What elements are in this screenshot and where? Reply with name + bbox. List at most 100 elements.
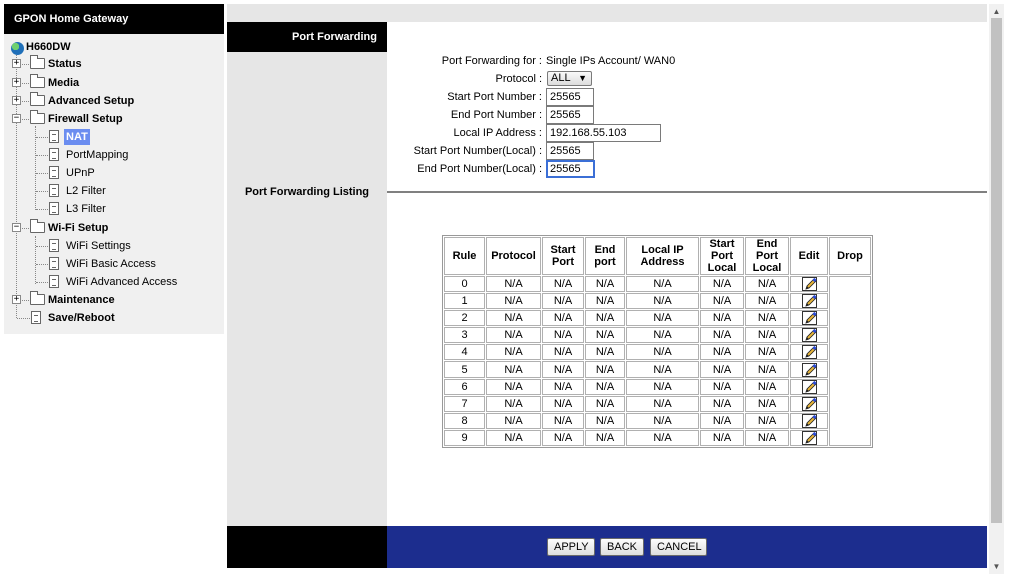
expand-icon[interactable]: + <box>12 96 21 105</box>
collapse-icon[interactable]: − <box>12 114 21 123</box>
folder-icon <box>30 92 45 106</box>
expand-icon[interactable]: + <box>12 59 21 68</box>
pencil-edit-icon[interactable] <box>801 413 817 428</box>
pencil-edit-icon[interactable] <box>801 277 817 292</box>
cell-start-port-local: N/A <box>700 276 744 293</box>
nav-item-label: L2 Filter <box>66 185 106 197</box>
nav-item-media[interactable]: + Media <box>4 74 224 91</box>
scrollbar-thumb[interactable] <box>991 18 1002 523</box>
tree-line <box>22 64 29 65</box>
scroll-down-arrow-icon[interactable]: ▼ <box>989 561 1004 573</box>
nav-item-wifi-settings[interactable]: WiFi Settings <box>4 238 224 254</box>
folder-icon <box>30 55 45 69</box>
pencil-edit-icon[interactable] <box>801 396 817 411</box>
open-folder-icon <box>30 219 45 233</box>
tree-line <box>22 83 29 84</box>
document-icon <box>49 202 59 215</box>
tree-line <box>22 228 29 229</box>
document-icon <box>49 275 59 288</box>
nav-item-maintenance[interactable]: + Maintenance <box>4 291 224 308</box>
header-line: Port <box>711 250 733 262</box>
back-button[interactable]: BACK <box>600 538 644 556</box>
nav-item-firewall-setup[interactable]: − Firewall Setup <box>4 110 224 127</box>
cell-edit <box>790 276 828 293</box>
end-port-input[interactable]: 25565 <box>546 106 594 124</box>
protocol-label: Protocol : <box>495 73 542 85</box>
cell-rule: 4 <box>444 344 485 361</box>
nav-item-nat[interactable]: NAT <box>4 129 224 145</box>
form-row-protocol: Protocol : <box>387 70 542 88</box>
cell-end-port-local: N/A <box>745 378 789 395</box>
cell-protocol: N/A <box>486 344 541 361</box>
cell-start-port: N/A <box>542 412 584 429</box>
cell-start-port: N/A <box>542 310 584 327</box>
form-row-for: Port Forwarding for : <box>387 52 542 70</box>
expand-icon[interactable]: + <box>12 78 21 87</box>
cell-edit <box>790 293 828 310</box>
expand-icon[interactable]: + <box>12 295 21 304</box>
table-row: 1 N/A N/A N/A N/A N/A N/A <box>444 293 871 310</box>
cell-end-port: N/A <box>585 293 625 310</box>
col-header-end-port: End port <box>585 237 625 275</box>
nav-item-label: WiFi Advanced Access <box>66 276 178 288</box>
nav-item-status[interactable]: + Status <box>4 55 224 72</box>
pencil-edit-icon[interactable] <box>801 430 817 445</box>
nav-item-wifi-setup[interactable]: − Wi-Fi Setup <box>4 219 224 236</box>
collapse-icon[interactable]: − <box>12 223 21 232</box>
tree-line <box>22 300 29 301</box>
cell-rule: 9 <box>444 429 485 446</box>
cell-local-ip: N/A <box>626 344 699 361</box>
start-port-local-input[interactable]: 25565 <box>546 142 594 160</box>
form-row-end-port-local: End Port Number(Local) : <box>387 160 542 178</box>
nav-item-wifi-advanced-access[interactable]: WiFi Advanced Access <box>4 274 224 290</box>
tree-line <box>36 282 48 283</box>
pencil-edit-icon[interactable] <box>801 328 817 343</box>
port-forwarding-table: Rule Protocol Start Port End port Local … <box>442 235 873 448</box>
local-ip-input[interactable]: 192.168.55.103 <box>546 124 661 142</box>
top-bar <box>227 4 987 22</box>
pencil-edit-icon[interactable] <box>801 294 817 309</box>
pencil-edit-icon[interactable] <box>801 362 817 377</box>
header-line: Port <box>756 250 778 262</box>
nav-item-wifi-basic-access[interactable]: WiFi Basic Access <box>4 256 224 272</box>
listing-title: Port Forwarding Listing <box>244 186 370 198</box>
cell-local-ip: N/A <box>626 395 699 412</box>
nav-item-l2-filter[interactable]: L2 Filter <box>4 183 224 199</box>
apply-button[interactable]: APPLY <box>547 538 595 556</box>
tree-root[interactable]: H660DW <box>4 39 224 55</box>
cell-end-port: N/A <box>585 429 625 446</box>
cell-start-port: N/A <box>542 327 584 344</box>
nav-item-portmapping[interactable]: PortMapping <box>4 147 224 163</box>
nav-item-advanced-setup[interactable]: + Advanced Setup <box>4 92 224 109</box>
pencil-edit-icon[interactable] <box>801 379 817 394</box>
cancel-button[interactable]: CANCEL <box>650 538 707 556</box>
table-body: 0 N/A N/A N/A N/A N/A N/A 1 N/A N/A N/A … <box>444 276 871 446</box>
col-header-start-port-local: Start Port Local <box>700 237 744 275</box>
dropdown-arrow-icon: ▼ <box>578 73 587 83</box>
start-port-input[interactable]: 25565 <box>546 88 594 106</box>
cell-start-port-local: N/A <box>700 344 744 361</box>
cell-start-port: N/A <box>542 429 584 446</box>
pencil-edit-icon[interactable] <box>801 311 817 326</box>
protocol-select[interactable]: ALL ▼ <box>547 71 592 86</box>
nav-item-label: WiFi Basic Access <box>66 258 156 270</box>
pencil-edit-icon[interactable] <box>801 345 817 360</box>
cell-start-port-local: N/A <box>700 395 744 412</box>
header-line: Start <box>550 244 576 256</box>
header-line: Local <box>752 262 782 274</box>
nav-item-save-reboot[interactable]: Save/Reboot <box>4 310 224 326</box>
nav-item-upnp[interactable]: UPnP <box>4 165 224 181</box>
scroll-up-arrow-icon[interactable]: ▲ <box>989 6 1004 18</box>
cell-protocol: N/A <box>486 310 541 327</box>
cell-protocol: N/A <box>486 395 541 412</box>
col-header-end-port-local: End Port Local <box>745 237 789 275</box>
cell-local-ip: N/A <box>626 361 699 378</box>
nav-item-label: Advanced Setup <box>48 95 135 107</box>
nav-item-l3-filter[interactable]: L3 Filter <box>4 201 224 217</box>
header-line: Address <box>640 256 685 268</box>
nav-item-label: PortMapping <box>66 149 129 161</box>
table-row: 3 N/A N/A N/A N/A N/A N/A <box>444 327 871 344</box>
end-port-local-input[interactable]: 25565 <box>546 160 595 178</box>
app-title: GPON Home Gateway <box>4 4 224 34</box>
form-row-local-ip: Local IP Address : <box>387 124 542 142</box>
